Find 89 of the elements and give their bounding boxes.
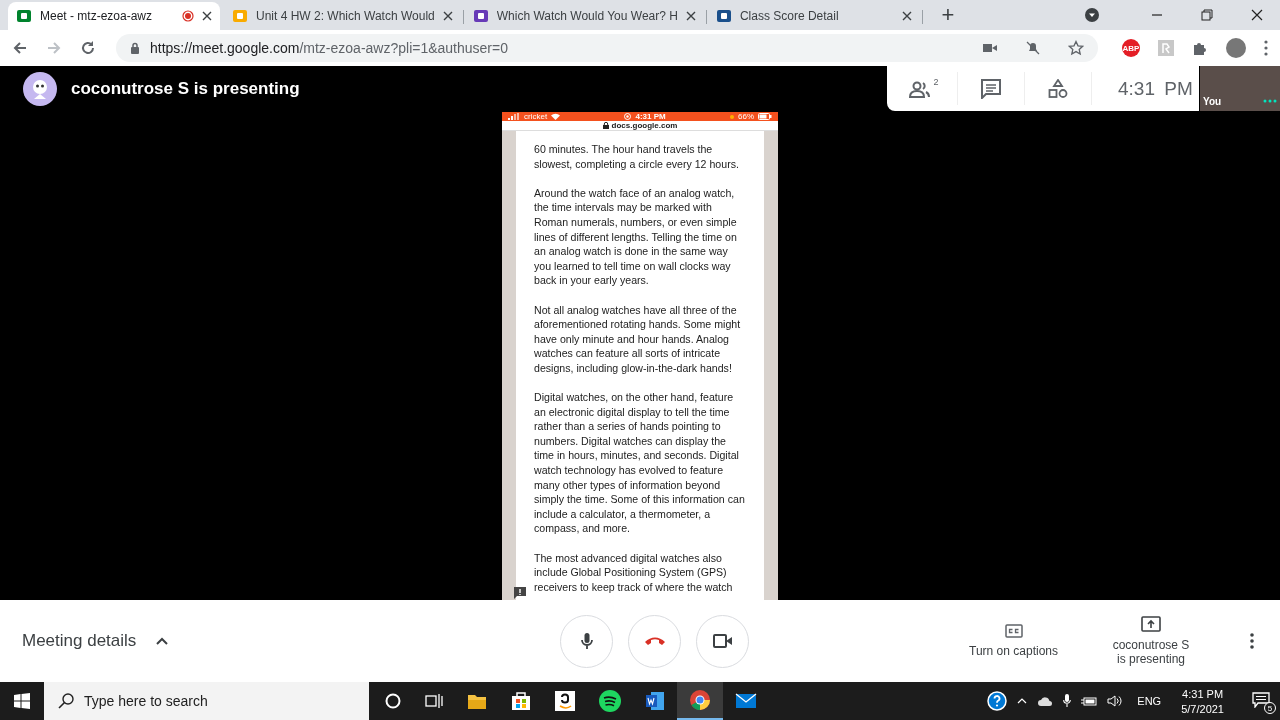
chevron-up-icon[interactable]	[1017, 698, 1028, 704]
tab-search-icon[interactable]	[1084, 7, 1100, 23]
carrier-label: cricket	[524, 112, 548, 121]
document-paragraph: Around the watch face of an analog watch, the time intervals may be marked with Roman numerals, numbers, or even simple lines of different lengths. Telling the time on an analog watch is done in the same way you learned to tell time on wall clocks way back in your early years.	[534, 185, 738, 288]
close-icon[interactable]	[901, 11, 912, 21]
cortana-icon[interactable]	[385, 693, 401, 709]
more-options-icon[interactable]	[1263, 99, 1277, 103]
input-language[interactable]: ENG	[1137, 695, 1162, 707]
participant-count: 2	[933, 76, 939, 87]
microphone-button[interactable]	[560, 614, 613, 668]
tab-favicon-icon	[472, 8, 489, 24]
taskbar-browser-button[interactable]	[677, 682, 723, 720]
music-app-icon[interactable]	[599, 690, 621, 712]
word-app-icon[interactable]	[645, 691, 665, 711]
document-paragraph: The most advanced digital watches also include Global Positioning System (GPS) receivers to keep track of where the watch	[534, 550, 734, 595]
windows-start-icon[interactable]	[14, 693, 30, 709]
cloud-icon[interactable]	[1037, 696, 1054, 706]
search-icon	[58, 693, 74, 709]
notification-count: 5	[1264, 702, 1276, 714]
comment-icon[interactable]	[513, 586, 527, 599]
address-bar[interactable]: https://meet.google.com/mtz-ezoa-awz?pli=1&authuser=0	[116, 34, 1098, 62]
browser-tab[interactable]: Unit 4 HW 2: Which Watch Would	[224, 2, 461, 30]
presenter-title: coconutrose S is presenting	[71, 79, 300, 99]
more-icon[interactable]	[1250, 633, 1254, 649]
presenter-avatar-icon	[23, 72, 57, 106]
camera-icon	[712, 634, 733, 648]
document-paragraph: Not all analog watches have all three of the aforementioned rotating hands. Some might have only minute and hour hands. Analog watches can feature all sorts of intricate designs, including glow-in-the-dark hands!	[534, 302, 742, 376]
url-text: https://meet.google.com/mtz-ezoa-awz?pli=1&authuser=0	[150, 40, 508, 56]
camera-button[interactable]	[696, 614, 749, 668]
more-icon[interactable]	[1264, 40, 1268, 56]
caret-up-icon[interactable]	[156, 637, 169, 645]
star-icon[interactable]	[1068, 40, 1084, 56]
notification-icon[interactable]	[1252, 692, 1270, 708]
location-indicator-icon	[730, 114, 734, 119]
puzzle-icon[interactable]	[1192, 40, 1208, 56]
phone-time: 4:31 PM	[635, 112, 666, 121]
phone-url: docs.google.com	[611, 121, 678, 130]
browser-logo-icon	[689, 689, 711, 711]
search-placeholder: Type here to search	[84, 693, 208, 709]
browser-tab[interactable]: Meet - mtz-ezoa-awz	[8, 2, 220, 30]
lock-icon	[130, 42, 140, 54]
document-paragraph: 60 minutes. The hour hand travels the slowest, completing a circle every 12 hours.	[534, 142, 740, 172]
tab-favicon-icon	[715, 8, 732, 24]
phone-icon	[643, 636, 666, 646]
speaker-icon[interactable]	[1107, 695, 1124, 707]
mail-icon[interactable]	[735, 692, 757, 710]
lock-icon	[602, 122, 609, 129]
microphone-icon	[580, 632, 593, 650]
close-window-icon[interactable]	[1251, 9, 1263, 21]
activities-icon[interactable]	[1048, 78, 1068, 99]
microphone-icon[interactable]	[1063, 694, 1072, 708]
present-screen-icon	[1141, 616, 1161, 632]
browser-tab[interactable]: Which Watch Would You Wear? H	[464, 2, 704, 30]
close-icon[interactable]	[202, 11, 212, 21]
task-view-icon[interactable]	[425, 693, 443, 709]
tab-favicon-icon	[232, 8, 248, 24]
amazon-app-icon[interactable]	[555, 691, 575, 711]
document-paragraph: Digital watches, on the other hand, feature an electronic digital display to tell the time rather than a series of hands pointing to numbers. Digital watches can display the time in hours, minutes, and seconds. Digital watch technology has evolved to feature many other types of information beyond simply the time. Some of this information can include a calculator, a thermometer, a compass, and more.	[534, 390, 746, 537]
camera-icon[interactable]	[982, 42, 998, 54]
bell-off-icon[interactable]	[1026, 41, 1040, 55]
taskbar-time[interactable]: 4:31 PM	[1182, 687, 1224, 700]
new-tab-button[interactable]: +	[933, 3, 962, 27]
folder-icon[interactable]	[467, 692, 487, 710]
help-icon[interactable]	[987, 691, 1008, 711]
battery-plug-icon[interactable]	[1081, 696, 1098, 706]
meeting-clock: 4:31 PM	[1118, 77, 1193, 100]
tab-favicon-icon	[16, 8, 32, 24]
tab-title: Unit 4 HW 2: Which Watch Would	[256, 9, 435, 23]
profile-avatar[interactable]	[1226, 38, 1246, 58]
close-icon[interactable]	[442, 11, 453, 21]
chat-icon[interactable]	[981, 78, 1001, 99]
store-icon[interactable]	[511, 691, 531, 711]
tab-title: Which Watch Would You Wear? H	[496, 9, 678, 23]
close-icon[interactable]	[685, 11, 696, 21]
captions-icon	[1004, 624, 1023, 638]
back-icon[interactable]	[12, 40, 28, 56]
tab-title: Class Score Detail	[739, 9, 840, 23]
browser-tab[interactable]: Class Score Detail	[707, 2, 920, 30]
meeting-details-button[interactable]: Meeting details	[14, 623, 145, 659]
taskbar-date[interactable]: 5/7/2021	[1181, 702, 1224, 715]
reload-icon[interactable]	[80, 40, 96, 56]
captions-button[interactable]: Turn on captions	[959, 620, 1068, 662]
taskbar-search-field[interactable]: Type here to search	[44, 682, 369, 720]
tab-title: Meet - mtz-ezoa-awz	[40, 9, 154, 23]
adblock-extension-icon[interactable]: ABP	[1122, 39, 1140, 57]
battery-percent: 66%	[738, 112, 754, 121]
presenting-button[interactable]: coconutrose S is presenting	[1086, 612, 1216, 670]
restore-icon[interactable]	[1201, 9, 1213, 21]
self-view-label: You	[1203, 96, 1222, 107]
